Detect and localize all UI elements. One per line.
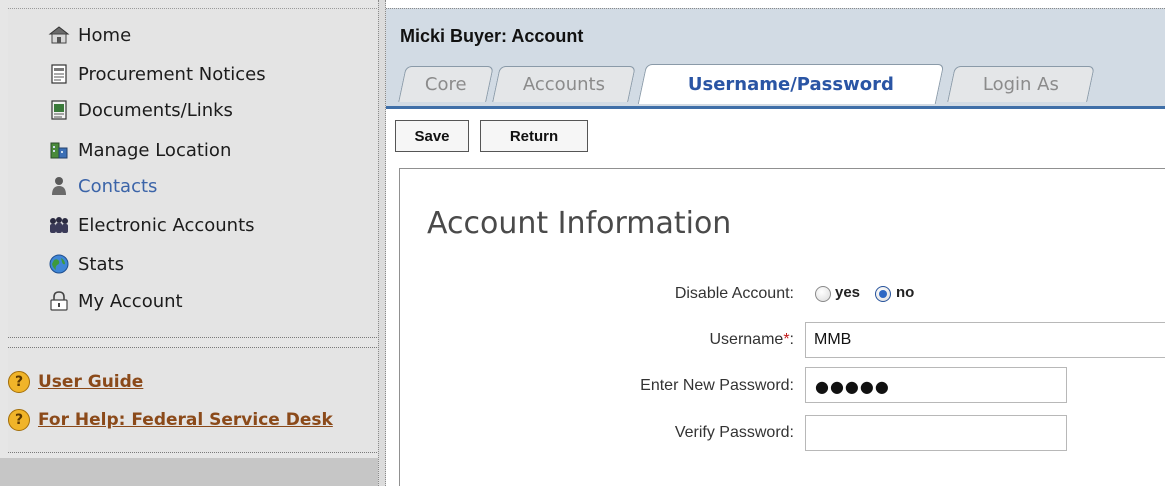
help-link-label: For Help: Federal Service Desk <box>38 410 333 430</box>
sidebar-help-panel <box>8 347 379 453</box>
sidebar-item-procurement-notices[interactable]: Procurement Notices <box>48 60 266 88</box>
sidebar-item-label: My Account <box>78 290 183 312</box>
sidebar-item-manage-location[interactable]: Manage Location <box>48 136 231 164</box>
sidebar-item-electronic-accounts[interactable]: Electronic Accounts <box>48 211 255 239</box>
help-icon: ? <box>8 371 30 393</box>
username-label-text: Username <box>709 331 784 348</box>
radio-label-yes: yes <box>835 284 861 301</box>
sidebar-item-contacts[interactable]: Contacts <box>48 172 157 200</box>
sidebar-item-my-account[interactable]: My Account <box>48 287 183 315</box>
sidebar-item-stats[interactable]: Stats <box>48 250 124 278</box>
group-icon <box>48 214 70 236</box>
sidebar-item-label: Home <box>78 24 132 46</box>
disable-account-yes-radio[interactable] <box>815 286 831 302</box>
sidebar-item-home[interactable]: Home <box>48 21 131 49</box>
sidebar: Home Procurement Notices Documents/Links <box>0 0 386 486</box>
tab-label: Username/Password <box>687 74 894 95</box>
tab-label: Accounts <box>522 74 605 95</box>
sidebar-item-documents-links[interactable]: Documents/Links <box>48 96 233 124</box>
disable-account-no-radio[interactable] <box>875 286 891 302</box>
federal-service-desk-link[interactable]: ? For Help: Federal Service Desk <box>8 406 333 434</box>
globe-icon <box>48 253 70 275</box>
tab-core[interactable]: Core <box>398 66 494 102</box>
lock-icon <box>48 290 70 312</box>
tab-label: Login As <box>982 74 1059 95</box>
sidebar-item-label: Electronic Accounts <box>78 214 255 236</box>
new-password-label: Enter New Password: <box>640 377 794 394</box>
section-title: Account Information <box>427 206 732 241</box>
help-link-label: User Guide <box>38 372 144 392</box>
user-guide-link[interactable]: ? User Guide <box>8 368 143 396</box>
sidebar-item-label: Documents/Links <box>78 99 233 121</box>
notice-document-icon <box>48 63 70 85</box>
sidebar-item-label: Contacts <box>78 175 158 197</box>
username-input[interactable] <box>805 322 1165 358</box>
return-button[interactable]: Return <box>480 120 588 152</box>
sidebar-splitter[interactable] <box>378 0 386 486</box>
tab-username-password[interactable]: Username/Password <box>637 64 945 104</box>
label-colon: : <box>789 331 794 348</box>
save-button[interactable]: Save <box>395 120 469 152</box>
person-icon <box>48 175 70 197</box>
disable-account-label: Disable Account: <box>674 285 794 302</box>
help-icon: ? <box>8 409 30 431</box>
tab-login-as[interactable]: Login As <box>947 66 1095 102</box>
page-title: Micki Buyer: Account <box>400 26 584 46</box>
sidebar-item-label: Procurement Notices <box>78 63 266 85</box>
home-icon <box>48 24 70 46</box>
verify-password-input[interactable] <box>805 415 1067 451</box>
document-link-icon <box>48 99 70 121</box>
sidebar-footer <box>0 458 386 486</box>
main-panel: Micki Buyer: Account Core Accounts Usern… <box>386 0 1165 486</box>
new-password-mask: ●●●●● <box>815 377 890 396</box>
building-icon <box>48 139 70 161</box>
radio-label-no: no <box>896 284 915 301</box>
sidebar-item-label: Stats <box>78 253 124 275</box>
verify-password-label: Verify Password: <box>674 424 794 441</box>
tab-label: Core <box>425 74 467 95</box>
tab-accounts[interactable]: Accounts <box>492 66 636 102</box>
username-label: Username*: <box>710 331 795 349</box>
sidebar-item-label: Manage Location <box>78 139 232 161</box>
